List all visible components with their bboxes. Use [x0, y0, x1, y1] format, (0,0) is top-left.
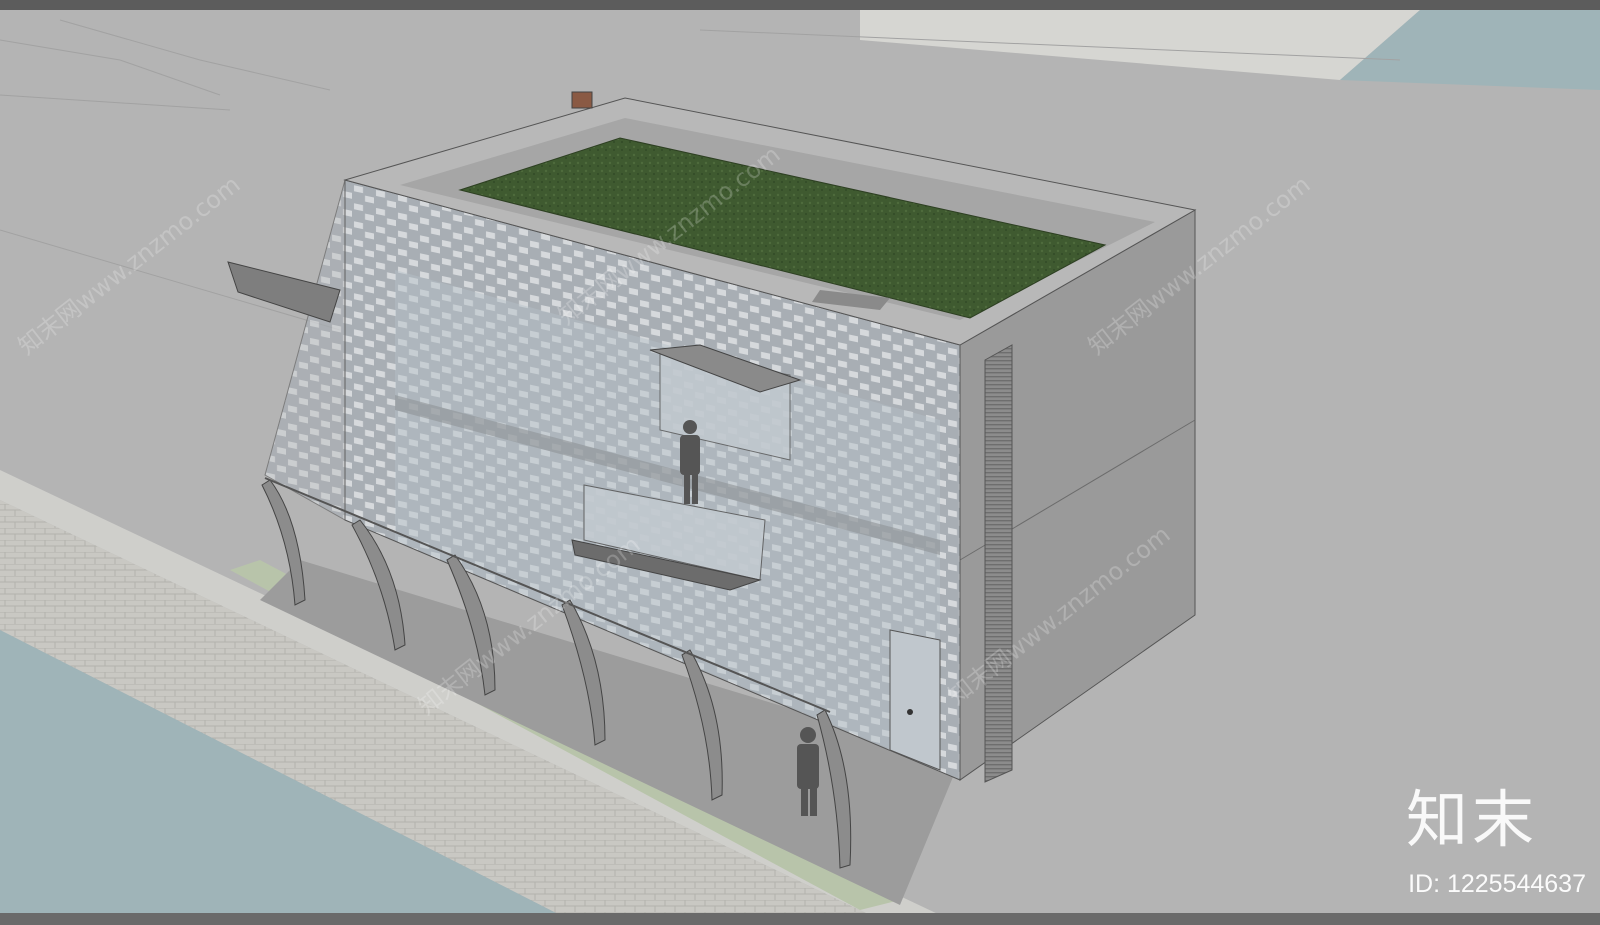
model-viewport[interactable]	[0, 0, 1600, 925]
roof-chimney	[571, 91, 593, 109]
watermark-brand: 知末	[1405, 783, 1538, 856]
corner-louvers	[984, 344, 1013, 783]
entry-door[interactable]	[889, 629, 941, 771]
watermark-id: ID: 1225544637	[1408, 870, 1586, 898]
door-handle-icon	[907, 709, 913, 715]
bottom-status-strip	[0, 913, 1600, 925]
